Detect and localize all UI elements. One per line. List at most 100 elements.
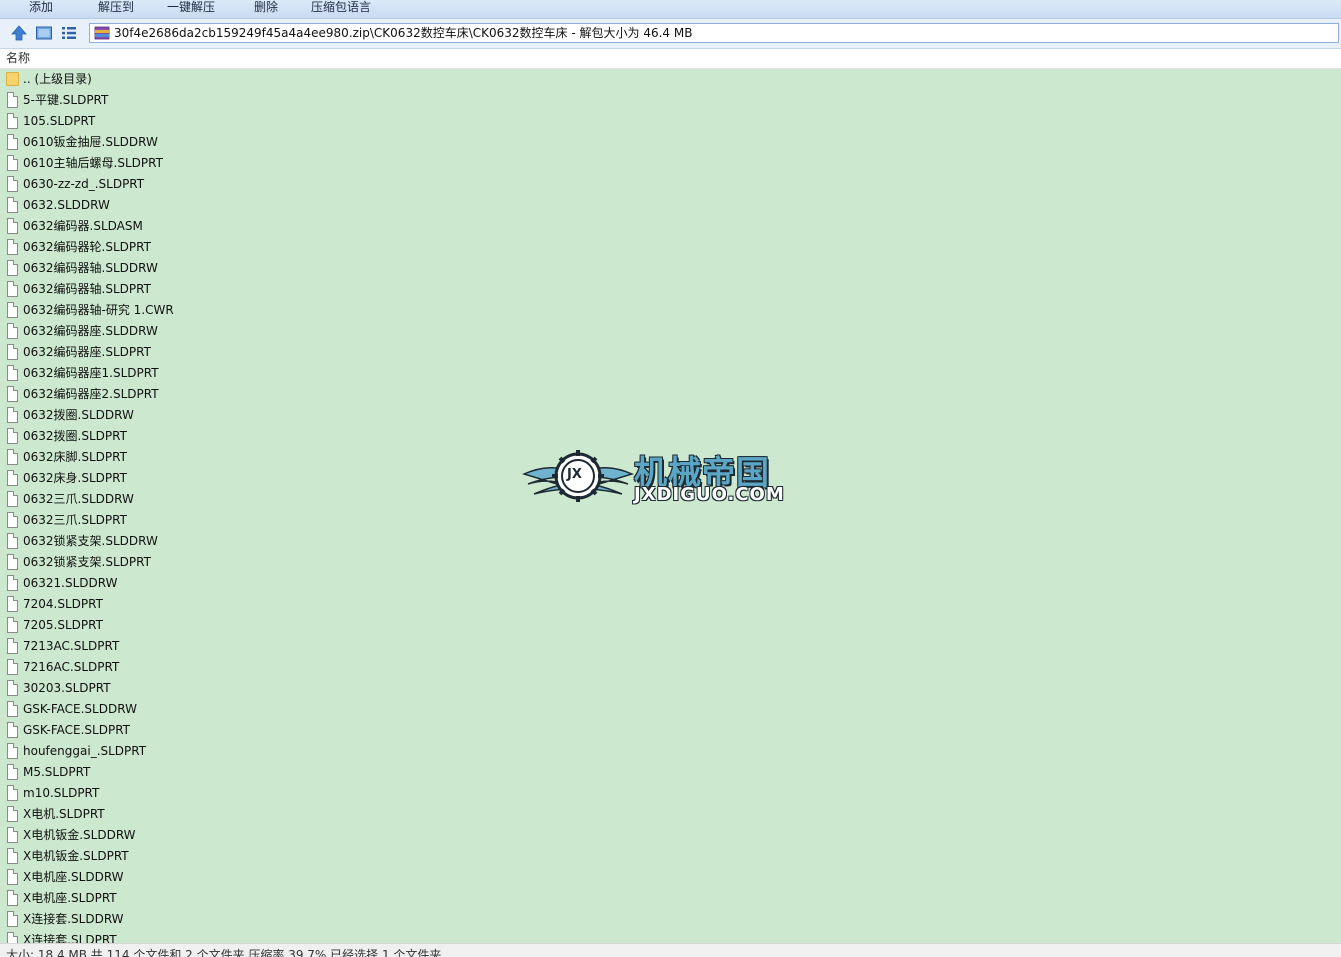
file-icon — [7, 260, 18, 276]
file-row[interactable]: 0632编码器轴.SLDDRW — [0, 258, 1341, 279]
archive-path: 30f4e2686da2cb159249f45a4a4ee980.zip\CK0… — [114, 26, 693, 40]
parent-folder-row[interactable]: .. (上级目录) — [0, 69, 1341, 90]
file-row[interactable]: X电机钣金.SLDPRT — [0, 846, 1341, 867]
list-view-icon[interactable] — [60, 25, 78, 41]
file-row[interactable]: X电机钣金.SLDDRW — [0, 825, 1341, 846]
file-row[interactable]: m10.SLDPRT — [0, 783, 1341, 804]
file-row[interactable]: 0632锁紧支架.SLDDRW — [0, 531, 1341, 552]
address-bar: 30f4e2686da2cb159249f45a4a4ee980.zip\CK0… — [0, 19, 1341, 49]
file-row[interactable]: 0610主轴后螺母.SLDPRT — [0, 153, 1341, 174]
file-row[interactable]: 7205.SLDPRT — [0, 615, 1341, 636]
file-name: X电机.SLDPRT — [23, 807, 105, 821]
file-row[interactable]: 0632编码器轴.SLDPRT — [0, 279, 1341, 300]
file-icon — [7, 701, 18, 717]
file-icon — [7, 785, 18, 801]
file-name: X电机钣金.SLDDRW — [23, 828, 136, 842]
add-button[interactable]: 添加 — [29, 0, 53, 16]
file-icon — [7, 134, 18, 150]
delete-button[interactable]: 删除 — [254, 0, 278, 16]
file-name: 0632编码器轮.SLDPRT — [23, 240, 151, 254]
file-row[interactable]: 7216AC.SLDPRT — [0, 657, 1341, 678]
file-icon — [7, 155, 18, 171]
file-row[interactable]: 0632编码器座.SLDPRT — [0, 342, 1341, 363]
file-row[interactable]: 0630-zz-zd_.SLDPRT — [0, 174, 1341, 195]
file-icon — [7, 470, 18, 486]
file-name: X连接套.SLDDRW — [23, 912, 124, 926]
file-icon — [7, 575, 18, 591]
file-icon — [7, 911, 18, 927]
file-row[interactable]: X电机.SLDPRT — [0, 804, 1341, 825]
toolbar: 添加 解压到 一键解压 删除 压缩包语言 — [0, 0, 1341, 19]
file-name: 0632锁紧支架.SLDDRW — [23, 534, 158, 548]
file-icon — [7, 92, 18, 108]
file-name: 0632三爪.SLDPRT — [23, 513, 127, 527]
folder-icon — [6, 72, 19, 86]
file-row[interactable]: 06321.SLDDRW — [0, 573, 1341, 594]
file-name: .. (上级目录) — [23, 72, 92, 86]
file-row[interactable]: X电机座.SLDDRW — [0, 867, 1341, 888]
file-row[interactable]: X连接套.SLDPRT — [0, 930, 1341, 943]
file-icon — [7, 449, 18, 465]
extract-to-button[interactable]: 解压到 — [98, 0, 134, 16]
file-row[interactable]: 0632编码器座1.SLDPRT — [0, 363, 1341, 384]
file-icon — [7, 218, 18, 234]
file-row[interactable]: 0632编码器轮.SLDPRT — [0, 237, 1341, 258]
file-icon — [7, 764, 18, 780]
file-row[interactable]: 105.SLDPRT — [0, 111, 1341, 132]
file-name: 0632床身.SLDPRT — [23, 471, 127, 485]
file-row[interactable]: 0610钣金抽屉.SLDDRW — [0, 132, 1341, 153]
file-row[interactable]: 0632拨圈.SLDDRW — [0, 405, 1341, 426]
file-name: GSK-FACE.SLDPRT — [23, 723, 131, 737]
file-row[interactable]: 0632编码器.SLDASM — [0, 216, 1341, 237]
file-name: houfenggai_.SLDPRT — [23, 744, 147, 758]
file-row[interactable]: 0632编码器座2.SLDPRT — [0, 384, 1341, 405]
file-row[interactable]: M5.SLDPRT — [0, 762, 1341, 783]
file-icon — [7, 365, 18, 381]
file-icon — [7, 281, 18, 297]
file-row[interactable]: houfenggai_.SLDPRT — [0, 741, 1341, 762]
file-icon — [7, 407, 18, 423]
file-row[interactable]: 0632编码器轴-研究 1.CWR — [0, 300, 1341, 321]
file-name: M5.SLDPRT — [23, 765, 91, 779]
desktop-view-icon[interactable] — [35, 25, 53, 41]
file-row[interactable]: GSK-FACE.SLDDRW — [0, 699, 1341, 720]
status-bar: 大小: 18.4 MB 共 114 个文件和 2 个文件夹 压缩率 39.7% … — [0, 943, 1341, 957]
path-field[interactable]: 30f4e2686da2cb159249f45a4a4ee980.zip\CK0… — [89, 23, 1339, 43]
file-row[interactable]: 0632锁紧支架.SLDPRT — [0, 552, 1341, 573]
file-name: 0610钣金抽屉.SLDDRW — [23, 135, 158, 149]
file-name: GSK-FACE.SLDDRW — [23, 702, 137, 716]
file-name: 0632.SLDDRW — [23, 198, 110, 212]
file-name: 0632编码器轴.SLDDRW — [23, 261, 158, 275]
file-name: 0632床脚.SLDPRT — [23, 450, 127, 464]
file-name: X电机座.SLDPRT — [23, 891, 117, 905]
file-row[interactable]: 0632编码器座.SLDDRW — [0, 321, 1341, 342]
name-column-header[interactable]: 名称 — [6, 50, 30, 67]
file-row[interactable]: 0632.SLDDRW — [0, 195, 1341, 216]
file-icon — [7, 554, 18, 570]
file-name: 0632拨圈.SLDDRW — [23, 408, 134, 422]
watermark-logo: JX 机械帝国 JXDIGUO.COM — [522, 444, 818, 510]
file-icon — [7, 932, 18, 943]
file-name: 0632锁紧支架.SLDPRT — [23, 555, 151, 569]
file-icon — [7, 743, 18, 759]
file-row[interactable]: 5-平键.SLDPRT — [0, 90, 1341, 111]
file-name: 0632编码器.SLDASM — [23, 219, 143, 233]
one-click-extract-button[interactable]: 一键解压 — [167, 0, 215, 16]
file-row[interactable]: X连接套.SLDDRW — [0, 909, 1341, 930]
zip-archive-icon — [94, 26, 110, 40]
file-name: 0632编码器座.SLDDRW — [23, 324, 158, 338]
file-row[interactable]: 0632三爪.SLDPRT — [0, 510, 1341, 531]
file-icon — [7, 428, 18, 444]
file-row[interactable]: 30203.SLDPRT — [0, 678, 1341, 699]
up-arrow-icon[interactable] — [10, 25, 28, 41]
file-row[interactable]: X电机座.SLDPRT — [0, 888, 1341, 909]
file-name: X电机座.SLDDRW — [23, 870, 124, 884]
file-icon — [7, 302, 18, 318]
archive-language-button[interactable]: 压缩包语言 — [311, 0, 371, 16]
file-row[interactable]: GSK-FACE.SLDPRT — [0, 720, 1341, 741]
file-row[interactable]: 7204.SLDPRT — [0, 594, 1341, 615]
file-row[interactable]: 7213AC.SLDPRT — [0, 636, 1341, 657]
file-name: 06321.SLDDRW — [23, 576, 118, 590]
file-name: 0632编码器座1.SLDPRT — [23, 366, 159, 380]
file-icon — [7, 827, 18, 843]
